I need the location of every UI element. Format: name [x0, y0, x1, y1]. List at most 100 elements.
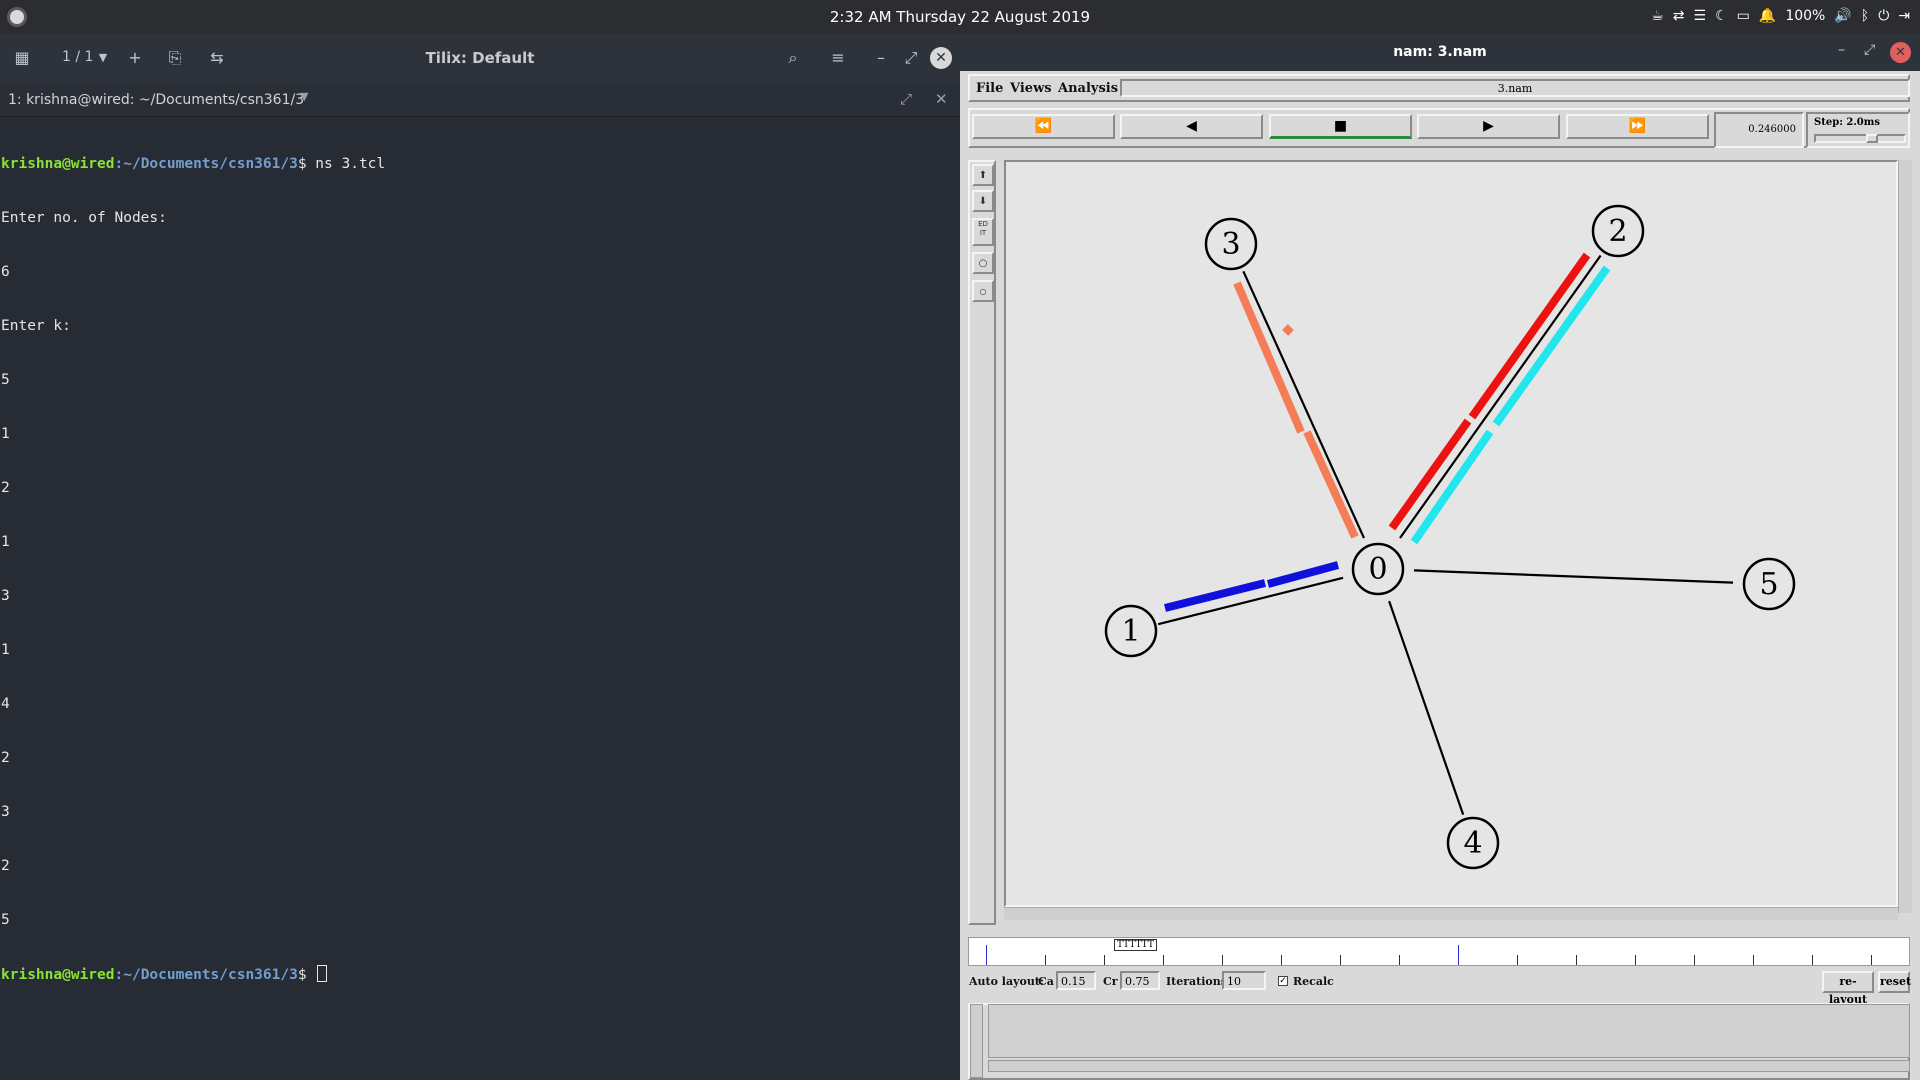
link-0-3 — [1242, 270, 1365, 539]
chevron-down-icon[interactable]: ▼ — [300, 90, 308, 103]
tab-title[interactable]: 1: krishna@wired: ~/Documents/csn361/3 — [8, 92, 304, 108]
horizontal-scrollbar[interactable] — [1004, 907, 1898, 920]
ca-input[interactable]: 0.15 — [1056, 971, 1096, 990]
step-slider-handle[interactable] — [1866, 134, 1878, 143]
output-line: 1 — [1, 534, 10, 550]
prompt-line: krishna@wired:~/Documents/csn361/3$ — [1, 965, 959, 983]
maximize-terminal-icon[interactable]: ⤢ — [900, 90, 912, 108]
output-line: 2 — [1, 858, 10, 874]
filename-field: 3.nam — [1120, 79, 1910, 97]
time-slider-label[interactable]: TTTTTT — [1114, 939, 1157, 951]
annotation-hscroll[interactable] — [988, 1060, 1910, 1072]
step-size-label[interactable]: Step: 2.0ms — [1806, 112, 1910, 148]
node-label: 3 — [1221, 227, 1240, 262]
node-label: 1 — [1121, 614, 1140, 649]
timeline[interactable]: TTTTTT — [968, 937, 1910, 966]
relayout-button[interactable]: re-layout — [1822, 971, 1874, 1006]
stop-button[interactable]: ■ — [1269, 114, 1412, 139]
network-canvas[interactable]: 0 1 2 3 4 5 — [1004, 160, 1898, 907]
prompt-path: :~/Documents/csn361/3 — [114, 156, 298, 172]
zoom-in-icon[interactable]: ⬆ — [972, 164, 994, 186]
hamburger-menu-icon[interactable]: ≡ — [825, 45, 851, 71]
node-label: 5 — [1759, 567, 1778, 602]
packet-flow-2-0 — [1492, 265, 1611, 427]
play-button[interactable]: ▶ — [1417, 114, 1560, 139]
small-circle-icon[interactable]: ○ — [972, 280, 994, 302]
tilix-header: ▦ 1 / 1 ▼ + ⎘ ⇆ Tilix: Default ⌕ ≡ – ⤢ ✕ — [0, 33, 960, 83]
tilix-window: ▦ 1 / 1 ▼ + ⎘ ⇆ Tilix: Default ⌕ ≡ – ⤢ ✕… — [0, 33, 960, 1080]
notification-icon[interactable]: 🔔 — [1759, 7, 1776, 25]
nam-window-title: nam: 3.nam — [1393, 44, 1487, 60]
coffee-icon[interactable]: ☕ — [1651, 7, 1664, 25]
node-label: 0 — [1368, 552, 1387, 587]
recalc-checkbox[interactable]: ✓ — [1278, 976, 1288, 986]
packet-flow-0-3 — [1303, 430, 1359, 539]
step-slider[interactable] — [1814, 134, 1906, 143]
timeline-tick — [1635, 955, 1636, 965]
menu-analysis[interactable]: Analysis — [1058, 81, 1118, 96]
output-line: 6 — [1, 264, 10, 280]
search-icon[interactable]: ⌕ — [780, 45, 806, 71]
system-tray[interactable]: ☕ ⇄ ☰ ☾ ▭ 🔔 100% 🔊 ᛒ ⏻ ⇥ — [1651, 7, 1910, 25]
top-bar: 2:32 AM Thursday 22 August 2019 ☕ ⇄ ☰ ☾ … — [0, 0, 1920, 33]
minimize-icon[interactable]: – — [868, 45, 894, 71]
close-icon[interactable]: ✕ — [1890, 42, 1911, 63]
output-line: Enter k: — [1, 318, 71, 334]
cr-label: Cr — [1103, 975, 1118, 988]
reset-button[interactable]: reset — [1878, 971, 1911, 993]
cr-input[interactable]: 0.75 — [1120, 971, 1160, 990]
logout-icon[interactable]: ⇥ — [1898, 7, 1910, 25]
output-line: 5 — [1, 372, 10, 388]
volume-icon[interactable]: 🔊 — [1834, 7, 1851, 25]
node-label: 4 — [1463, 826, 1482, 861]
recalc-label: Recalc — [1293, 975, 1334, 988]
timeline-tick — [1812, 955, 1813, 965]
menu-icon[interactable]: ☰ — [1694, 7, 1707, 25]
output-line: 5 — [1, 912, 10, 928]
annotation-vscroll[interactable] — [970, 1004, 983, 1078]
battery-level[interactable]: 100% — [1785, 7, 1825, 25]
iterations-input[interactable]: 10 — [1222, 971, 1266, 990]
prompt-symbol: $ — [297, 967, 307, 983]
link-0-4 — [1388, 600, 1465, 816]
nam-titlebar: nam: 3.nam – ⤢ ✕ — [960, 33, 1920, 71]
packet-flow-0-1 — [1164, 579, 1266, 612]
zoom-out-icon[interactable]: ⬇ — [972, 190, 994, 212]
terminal-tab[interactable]: 1: krishna@wired: ~/Documents/csn361/3 ▼… — [0, 83, 960, 117]
prompt-user: krishna@wired — [1, 967, 115, 983]
step-back-button[interactable]: ◀ — [1120, 114, 1263, 139]
menu-views[interactable]: Views — [1010, 81, 1052, 96]
network-icon[interactable]: ⇄ — [1673, 7, 1685, 25]
text-cursor — [317, 965, 328, 982]
vertical-scrollbar[interactable] — [1898, 160, 1912, 913]
close-terminal-icon[interactable]: ✕ — [935, 90, 948, 108]
output-line: 1 — [1, 426, 10, 442]
maximize-icon[interactable]: ⤢ — [898, 45, 924, 71]
minimize-icon[interactable]: – — [1838, 42, 1845, 58]
folder-icon[interactable]: ▭ — [1737, 7, 1750, 25]
timeline-tick — [986, 945, 987, 965]
power-icon[interactable]: ⏻ — [1878, 7, 1889, 25]
network-graph[interactable]: 0 1 2 3 4 5 — [1006, 162, 1896, 905]
output-line: 4 — [1, 696, 10, 712]
link-0-5 — [1413, 569, 1734, 584]
prompt-symbol: $ — [297, 156, 307, 172]
timeline-tick — [1163, 955, 1164, 965]
annotation-list[interactable] — [988, 1004, 1910, 1058]
rewind-button[interactable]: ⏪ — [972, 114, 1115, 139]
autolayout-label: Auto layout: — [969, 975, 1044, 988]
fast-forward-button[interactable]: ⏩ — [1566, 114, 1709, 139]
edit-icon[interactable]: ED IT — [972, 218, 994, 246]
output-line: Enter no. of Nodes: — [1, 210, 167, 226]
timeline-tick — [1045, 955, 1046, 965]
maximize-icon[interactable]: ⤢ — [1864, 42, 1875, 58]
iterations-label: Iterations — [1166, 975, 1227, 988]
node-circle-icon[interactable]: ○ — [972, 252, 994, 274]
clock[interactable]: 2:32 AM Thursday 22 August 2019 — [0, 8, 1920, 26]
close-icon[interactable]: ✕ — [930, 47, 952, 69]
moon-icon[interactable]: ☾ — [1715, 7, 1728, 25]
terminal-output[interactable]: krishna@wired:~/Documents/csn361/3$ ns 3… — [0, 117, 960, 1080]
bluetooth-icon[interactable]: ᛒ — [1861, 7, 1869, 25]
menu-file[interactable]: File — [976, 81, 1003, 96]
command-line: krishna@wired:~/Documents/csn361/3$ ns 3… — [1, 155, 959, 173]
